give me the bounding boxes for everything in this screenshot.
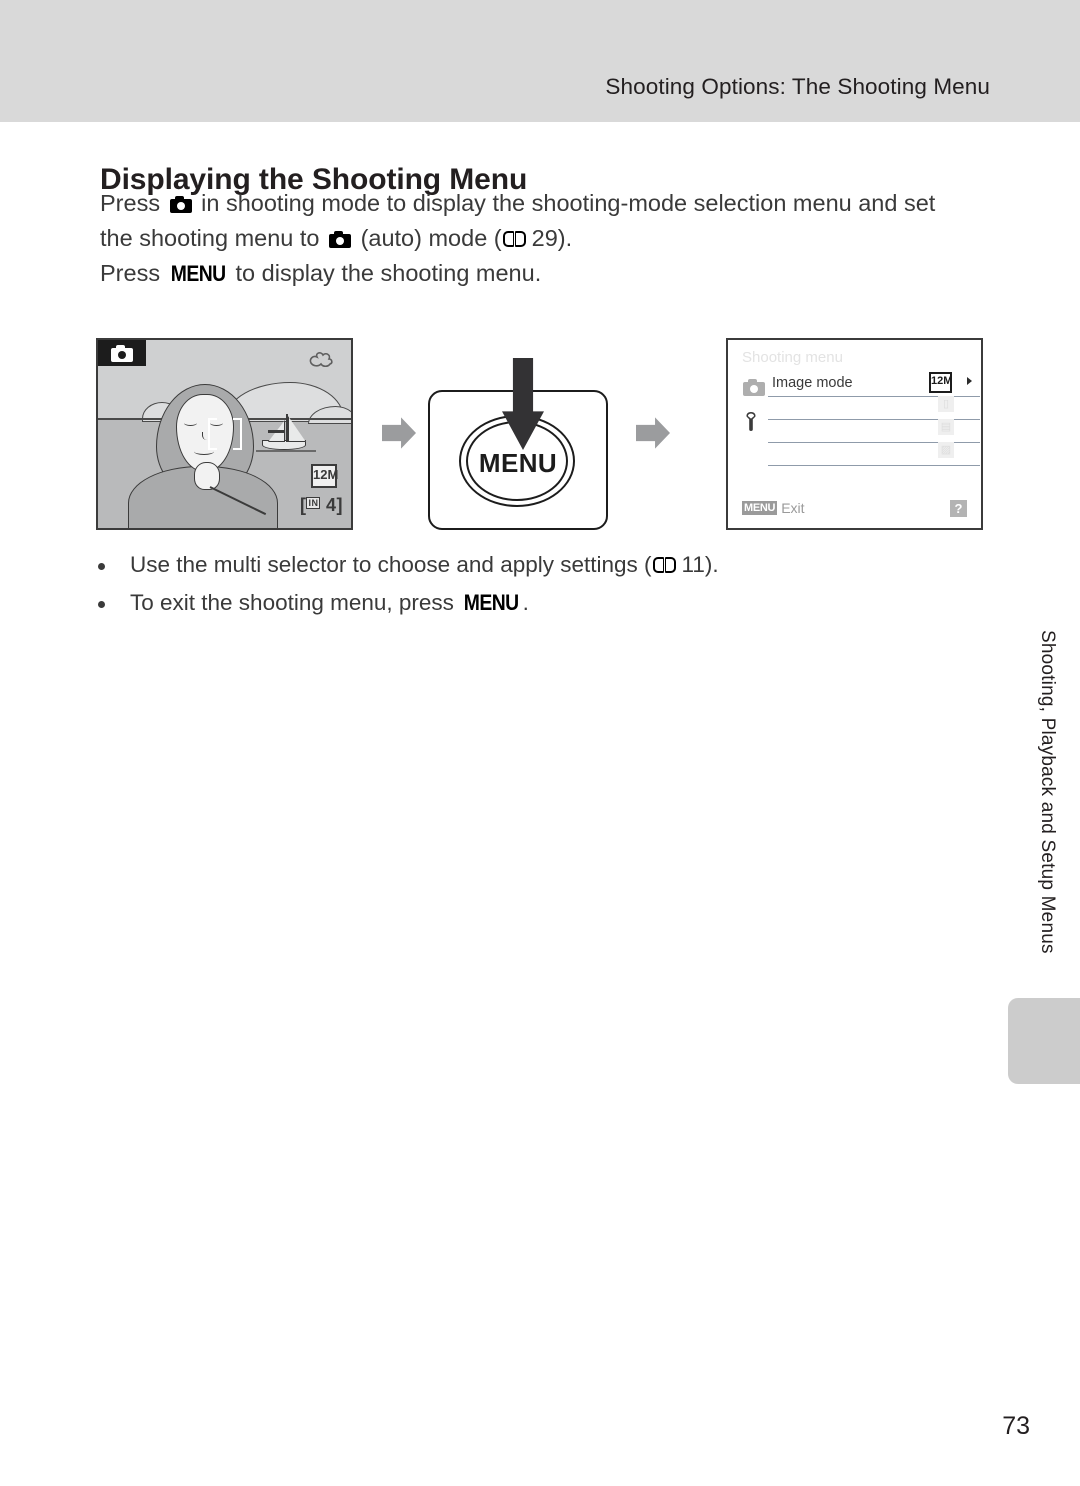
- menu-button-glyph: MENU: [463, 590, 519, 615]
- body-paragraph: Press in shooting mode to display the sh…: [100, 186, 990, 291]
- menu-row[interactable]: ▨: [768, 442, 980, 466]
- menu-row[interactable]: ▤: [768, 419, 980, 443]
- boat-wake-line: [256, 450, 316, 452]
- menu-row-ghost-icon: ▨: [938, 442, 954, 458]
- body-line-3-pre: Press: [100, 260, 161, 286]
- image-size-indicator: 12M: [311, 464, 338, 488]
- body-line-2-ref-page: 29).: [531, 225, 573, 251]
- shooting-menu-rows: Image mode 12M ▯ ▤ ▨: [768, 372, 980, 466]
- wrench-icon: [746, 412, 756, 431]
- bullet-2-post: .: [522, 590, 529, 615]
- menu-button-glyph: MENU: [170, 261, 226, 286]
- shooting-menu-footer: MENU Exit: [742, 500, 805, 516]
- body-line-3: Press MENU to display the shooting menu.: [100, 256, 990, 291]
- chapter-edge-tab: [1008, 998, 1080, 1084]
- shooting-menu-screen: Shooting menu Image mode 12M ▯ ▤ ▨ MENU …: [726, 338, 983, 530]
- list-item: Use the multi selector to choose and app…: [94, 546, 994, 584]
- right-arrow-icon: [636, 417, 670, 449]
- camera-icon: [111, 344, 133, 362]
- menu-button-label: MENU: [478, 448, 558, 478]
- bullet-list: Use the multi selector to choose and app…: [94, 546, 994, 622]
- body-line-2: the shooting menu to (auto) mode ( 29).: [100, 221, 990, 256]
- body-line-1: Press in shooting mode to display the sh…: [100, 186, 990, 221]
- menu-row-label: Image mode: [772, 375, 853, 391]
- running-header-band: Shooting Options: The Shooting Menu: [0, 0, 1080, 122]
- body-line-2-pre: the shooting menu to: [100, 225, 320, 251]
- help-icon[interactable]: ?: [950, 500, 967, 517]
- menu-row-ghost-icon: ▯: [938, 396, 954, 412]
- camera-shake-icon: [307, 350, 337, 370]
- bullet-1-pre: Use the multi selector to choose and app…: [130, 552, 652, 577]
- shooting-mode-badge: [98, 340, 146, 366]
- sailboat-sail-stripe: [268, 430, 285, 433]
- camera-icon: [329, 231, 352, 248]
- body-line-1-pre: Press: [100, 190, 161, 216]
- illustration-strip: 12M [IN 4] MENU Shooting menu Image mode…: [96, 338, 986, 534]
- body-line-3-post: to display the shooting menu.: [235, 260, 542, 286]
- list-item: To exit the shooting menu, press MENU.: [94, 584, 994, 622]
- remaining-shots-indicator: [IN 4]: [299, 495, 343, 515]
- bullet-1-post: 11).: [681, 552, 719, 577]
- open-book-icon: [652, 556, 678, 575]
- body-line-2-mid: (auto) mode (: [360, 225, 502, 251]
- person-hand: [194, 462, 220, 490]
- page-number: 73: [1002, 1412, 1030, 1440]
- menu-row-value-badge: 12M: [929, 372, 952, 393]
- menu-tab-setup[interactable]: [740, 410, 762, 432]
- running-head: Shooting Options: The Shooting Menu: [605, 74, 990, 99]
- person-eye-left: [184, 420, 197, 426]
- chevron-right-icon: [967, 377, 972, 385]
- focus-bracket-left: [208, 418, 217, 450]
- menu-button-illustration: MENU: [428, 358, 608, 530]
- bullet-2-pre: To exit the shooting menu, press: [130, 590, 454, 615]
- internal-memory-label: IN: [306, 497, 321, 509]
- chapter-label: Shooting, Playback and Setup Menus: [1037, 630, 1058, 954]
- camera-icon: [169, 196, 192, 213]
- menu-exit-badge: MENU: [742, 501, 778, 515]
- menu-row-image-mode[interactable]: Image mode 12M: [768, 372, 980, 397]
- menu-exit-label: Exit: [781, 500, 805, 516]
- sailboat-mast: [286, 414, 288, 442]
- focus-bracket-right: [233, 418, 242, 450]
- menu-row-ghost-icon: ▤: [938, 419, 954, 435]
- shooting-menu-title: Shooting menu: [742, 349, 843, 366]
- body-line-1-post: in shooting mode to display the shooting…: [201, 190, 936, 216]
- right-arrow-icon: [382, 417, 416, 449]
- menu-row[interactable]: ▯: [768, 396, 980, 420]
- menu-tab-shooting[interactable]: [740, 376, 765, 398]
- open-book-icon: [502, 230, 528, 249]
- remaining-shots-count: 4: [325, 495, 337, 515]
- lcd-preview-screen: 12M [IN 4]: [96, 338, 353, 530]
- camera-icon: [743, 378, 765, 396]
